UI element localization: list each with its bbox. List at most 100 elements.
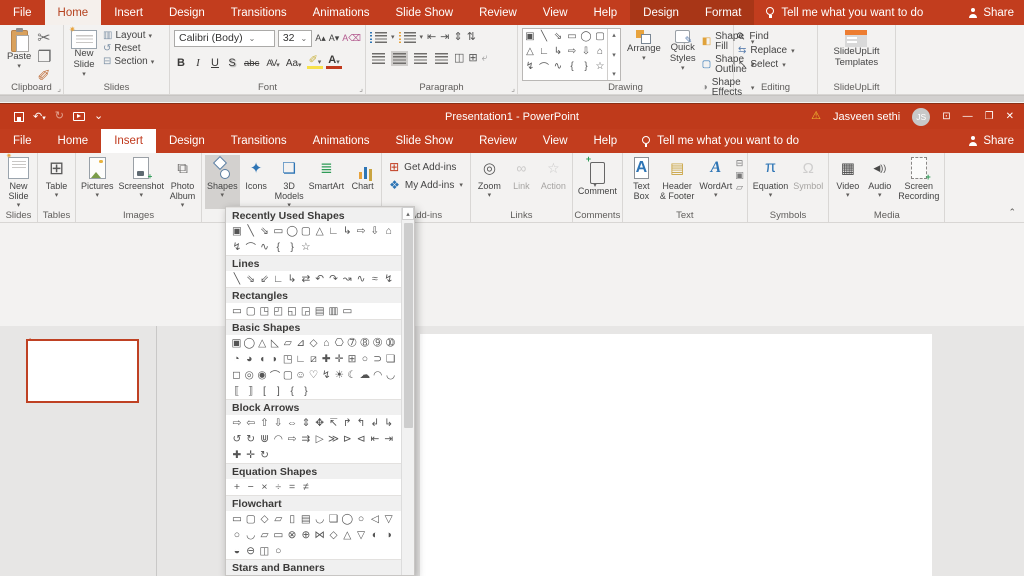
shape-item[interactable]: ✚ xyxy=(320,352,333,366)
shape-item[interactable]: ☁ xyxy=(358,368,371,382)
slide-thumbnail[interactable] xyxy=(26,339,139,403)
shape-item[interactable]: ◇ xyxy=(307,336,320,350)
shape-item[interactable]: ⇨ xyxy=(354,224,368,238)
shape-item[interactable]: ▱ xyxy=(281,336,294,350)
change-case-button[interactable]: Aa▾ xyxy=(284,53,304,69)
gallery-shape[interactable]: ▭ xyxy=(565,29,579,44)
slideuplift-templates-button[interactable]: SlideUpLift Templates xyxy=(831,28,883,81)
shape-item[interactable]: ↺ xyxy=(230,432,244,446)
shape-item[interactable]: ○ xyxy=(230,528,244,542)
button-audio[interactable]: ◀))Audio▾ xyxy=(864,155,895,209)
shape-item[interactable]: [ xyxy=(258,384,272,398)
shape-item[interactable]: ↳ xyxy=(382,416,396,430)
tab-home[interactable]: Home xyxy=(45,0,102,25)
cut-icon[interactable]: ✂ xyxy=(37,31,51,47)
shape-item[interactable]: ☺ xyxy=(294,368,307,382)
slidenumic-icon[interactable]: ▣ xyxy=(735,171,744,180)
shape-item[interactable]: ↯ xyxy=(230,240,244,254)
tab-animations[interactable]: Animations xyxy=(300,0,383,25)
shape-item[interactable]: ◡ xyxy=(313,512,327,526)
shape-item[interactable]: ⋈ xyxy=(313,528,327,542)
grow-font-icon[interactable]: A▴ xyxy=(315,34,326,43)
start-slideshow-icon[interactable] xyxy=(73,112,85,121)
shape-item[interactable]: ⇩ xyxy=(271,416,285,430)
shape-item[interactable]: ▭ xyxy=(230,304,244,318)
shape-item[interactable]: ⋓ xyxy=(258,432,272,446)
button-wordart[interactable]: AWordArt▾ xyxy=(697,155,734,209)
avatar[interactable]: JS xyxy=(912,108,930,126)
shape-item[interactable]: ⇉ xyxy=(299,432,313,446)
decrease-indent-icon[interactable]: ⇤ xyxy=(427,32,436,43)
shape-item[interactable]: ▭ xyxy=(271,528,285,542)
shape-item[interactable]: ✥ xyxy=(313,416,327,430)
tab-format[interactable]: Format xyxy=(692,0,754,25)
shape-item[interactable]: ↶ xyxy=(313,272,327,286)
gallery-shape[interactable]: { xyxy=(565,59,579,74)
shape-item[interactable]: ▣ xyxy=(230,224,244,238)
shape-item[interactable]: ▭ xyxy=(230,512,244,526)
tab-review[interactable]: Review xyxy=(466,129,530,153)
shape-item[interactable]: ∟ xyxy=(327,224,341,238)
shape-item[interactable]: ⊲ xyxy=(354,432,368,446)
shape-item[interactable]: ◡ xyxy=(244,528,258,542)
button-header-footer[interactable]: ▤Header & Footer xyxy=(658,155,697,209)
shape-item[interactable]: { xyxy=(285,384,299,398)
shape-item[interactable]: ⇩ xyxy=(368,224,382,238)
shape-item[interactable]: ⊖ xyxy=(244,544,258,558)
gallery-shape[interactable]: ∿ xyxy=(551,59,565,74)
shape-item[interactable]: ⇧ xyxy=(258,416,272,430)
select-button[interactable]: ↖Select▾ xyxy=(738,60,795,70)
shape-item[interactable]: ↷ xyxy=(327,272,341,286)
shape-item[interactable]: ↱ xyxy=(340,416,354,430)
character-spacing-button[interactable]: AV▾ xyxy=(264,53,280,69)
menu-scrollbar[interactable]: ▴ xyxy=(401,207,414,575)
text-direction-icon[interactable]: ⇅ xyxy=(467,32,476,43)
shape-item[interactable]: ◲ xyxy=(299,304,313,318)
datetime-icon[interactable]: ⊟ xyxy=(735,159,744,168)
shape-item[interactable]: ▱ xyxy=(258,528,272,542)
button-photo-album[interactable]: ⧉Photo Album▾ xyxy=(167,155,198,209)
shape-item[interactable]: = xyxy=(285,480,299,494)
gallery-shape[interactable]: } xyxy=(579,59,593,74)
shape-item[interactable]: ◕ xyxy=(243,352,256,366)
shape-item[interactable]: ⊕ xyxy=(299,528,313,542)
shape-item[interactable]: ⇨ xyxy=(285,432,299,446)
shape-item[interactable]: ◑ xyxy=(382,528,396,542)
shape-item[interactable]: } xyxy=(285,240,299,254)
dialog-launcher-icon[interactable]: ⌟ xyxy=(727,84,731,93)
replace-button[interactable]: ⇆Replace▾ xyxy=(738,46,795,56)
tab-insert[interactable]: Insert xyxy=(101,0,156,25)
tab-review[interactable]: Review xyxy=(466,0,530,25)
shape-item[interactable]: ▣ xyxy=(230,336,243,350)
strikethrough-button[interactable]: abc xyxy=(242,53,261,69)
shape-item[interactable]: ◒ xyxy=(230,544,244,558)
shape-item[interactable]: △ xyxy=(256,336,269,350)
bullets-icon[interactable] xyxy=(375,32,387,43)
gallery-shape[interactable]: ⌒ xyxy=(537,59,551,74)
shape-item[interactable]: ⇘ xyxy=(258,224,272,238)
ribbon-display-options-icon[interactable]: ⊡ xyxy=(942,112,950,122)
button-my-add-ins[interactable]: ❖My Add-ins▾ xyxy=(389,179,463,191)
shape-item[interactable]: ◁ xyxy=(368,512,382,526)
save-icon[interactable] xyxy=(14,112,24,122)
button-screen-recording[interactable]: Screen Recording xyxy=(896,155,941,209)
justify-button[interactable] xyxy=(433,51,450,66)
button-new-slide[interactable]: New Slide▾ xyxy=(3,155,34,209)
shape-item[interactable]: ▢ xyxy=(244,512,258,526)
tell-me-box[interactable]: Tell me what you want to do xyxy=(630,129,811,153)
shape-item[interactable]: ∟ xyxy=(271,272,285,286)
redo-icon[interactable]: ↻ xyxy=(55,111,64,122)
shape-item[interactable]: ⊞ xyxy=(346,352,359,366)
button-text-box[interactable]: AText Box xyxy=(626,155,657,209)
align-text-icon[interactable]: ⊞ xyxy=(468,53,477,64)
button-smartart[interactable]: ≣SmartArt xyxy=(307,155,347,209)
shape-item[interactable]: { xyxy=(271,240,285,254)
shape-item[interactable]: ◠ xyxy=(371,368,384,382)
shape-item[interactable]: ≠ xyxy=(299,480,313,494)
tab-transitions[interactable]: Transitions xyxy=(218,0,300,25)
shape-item[interactable]: ↳ xyxy=(340,224,354,238)
gallery-shape[interactable]: ╲ xyxy=(537,29,551,44)
font-family-select[interactable]: Calibri (Body)⌄ xyxy=(174,30,275,47)
shape-item[interactable]: ☀ xyxy=(333,368,346,382)
shape-item[interactable]: ↝ xyxy=(340,272,354,286)
